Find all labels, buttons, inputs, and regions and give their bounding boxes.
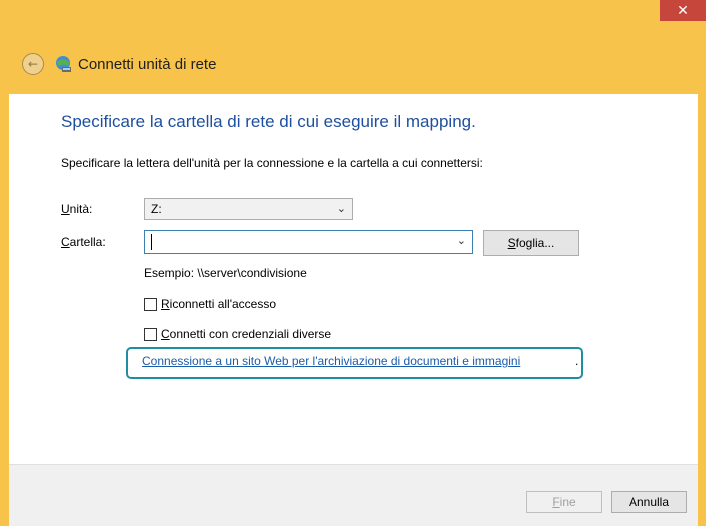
close-icon: ✕	[677, 2, 689, 19]
chevron-down-icon: ⌄	[336, 202, 346, 215]
title-bar: ✕	[0, 0, 706, 34]
cancel-button[interactable]: Annulla	[611, 491, 687, 513]
example-text: Esempio: \\server\condivisione	[144, 266, 307, 280]
reconnect-option[interactable]: Riconnetti all'accesso	[144, 297, 276, 311]
text-caret	[151, 234, 152, 250]
close-button[interactable]: ✕	[660, 0, 706, 21]
page-title: Specificare la cartella di rete di cui e…	[61, 112, 476, 131]
credentials-label: Connetti con credenziali diverse	[161, 327, 332, 341]
reconnect-label: Riconnetti all'accesso	[161, 297, 277, 311]
network-drive-icon	[56, 56, 71, 72]
chevron-down-icon[interactable]: ⌄	[457, 234, 466, 247]
instruction-text: Specificare la lettera dell'unità per la…	[61, 156, 483, 170]
footer-bar: Fine Annulla	[9, 464, 698, 526]
link-period: .	[575, 354, 579, 368]
reconnect-checkbox[interactable]	[144, 297, 157, 311]
drive-letter-value: Z:	[151, 202, 162, 216]
back-arrow-icon: ←	[27, 57, 39, 71]
browse-button[interactable]: Sfoglia...	[483, 230, 579, 256]
credentials-option[interactable]: Connetti con credenziali diverse	[144, 327, 331, 341]
folder-label: Cartella:	[61, 235, 106, 249]
window-title: Connetti unità di rete	[78, 55, 217, 73]
finish-button: Fine	[526, 491, 602, 513]
drive-letter-select[interactable]: Z: ⌄	[144, 198, 353, 220]
credentials-checkbox[interactable]	[144, 327, 157, 341]
back-button[interactable]: ←	[22, 53, 44, 75]
folder-input[interactable]: ⌄	[144, 230, 473, 254]
content-panel: Specificare la cartella di rete di cui e…	[9, 94, 698, 464]
header-bar: ← Connetti unità di rete	[9, 34, 698, 94]
drive-label: Unità:	[61, 202, 93, 216]
dialog-window: ✕ ← Connetti unità di rete Specificare l…	[0, 0, 706, 526]
web-storage-link[interactable]: Connessione a un sito Web per l'archivia…	[142, 354, 520, 368]
